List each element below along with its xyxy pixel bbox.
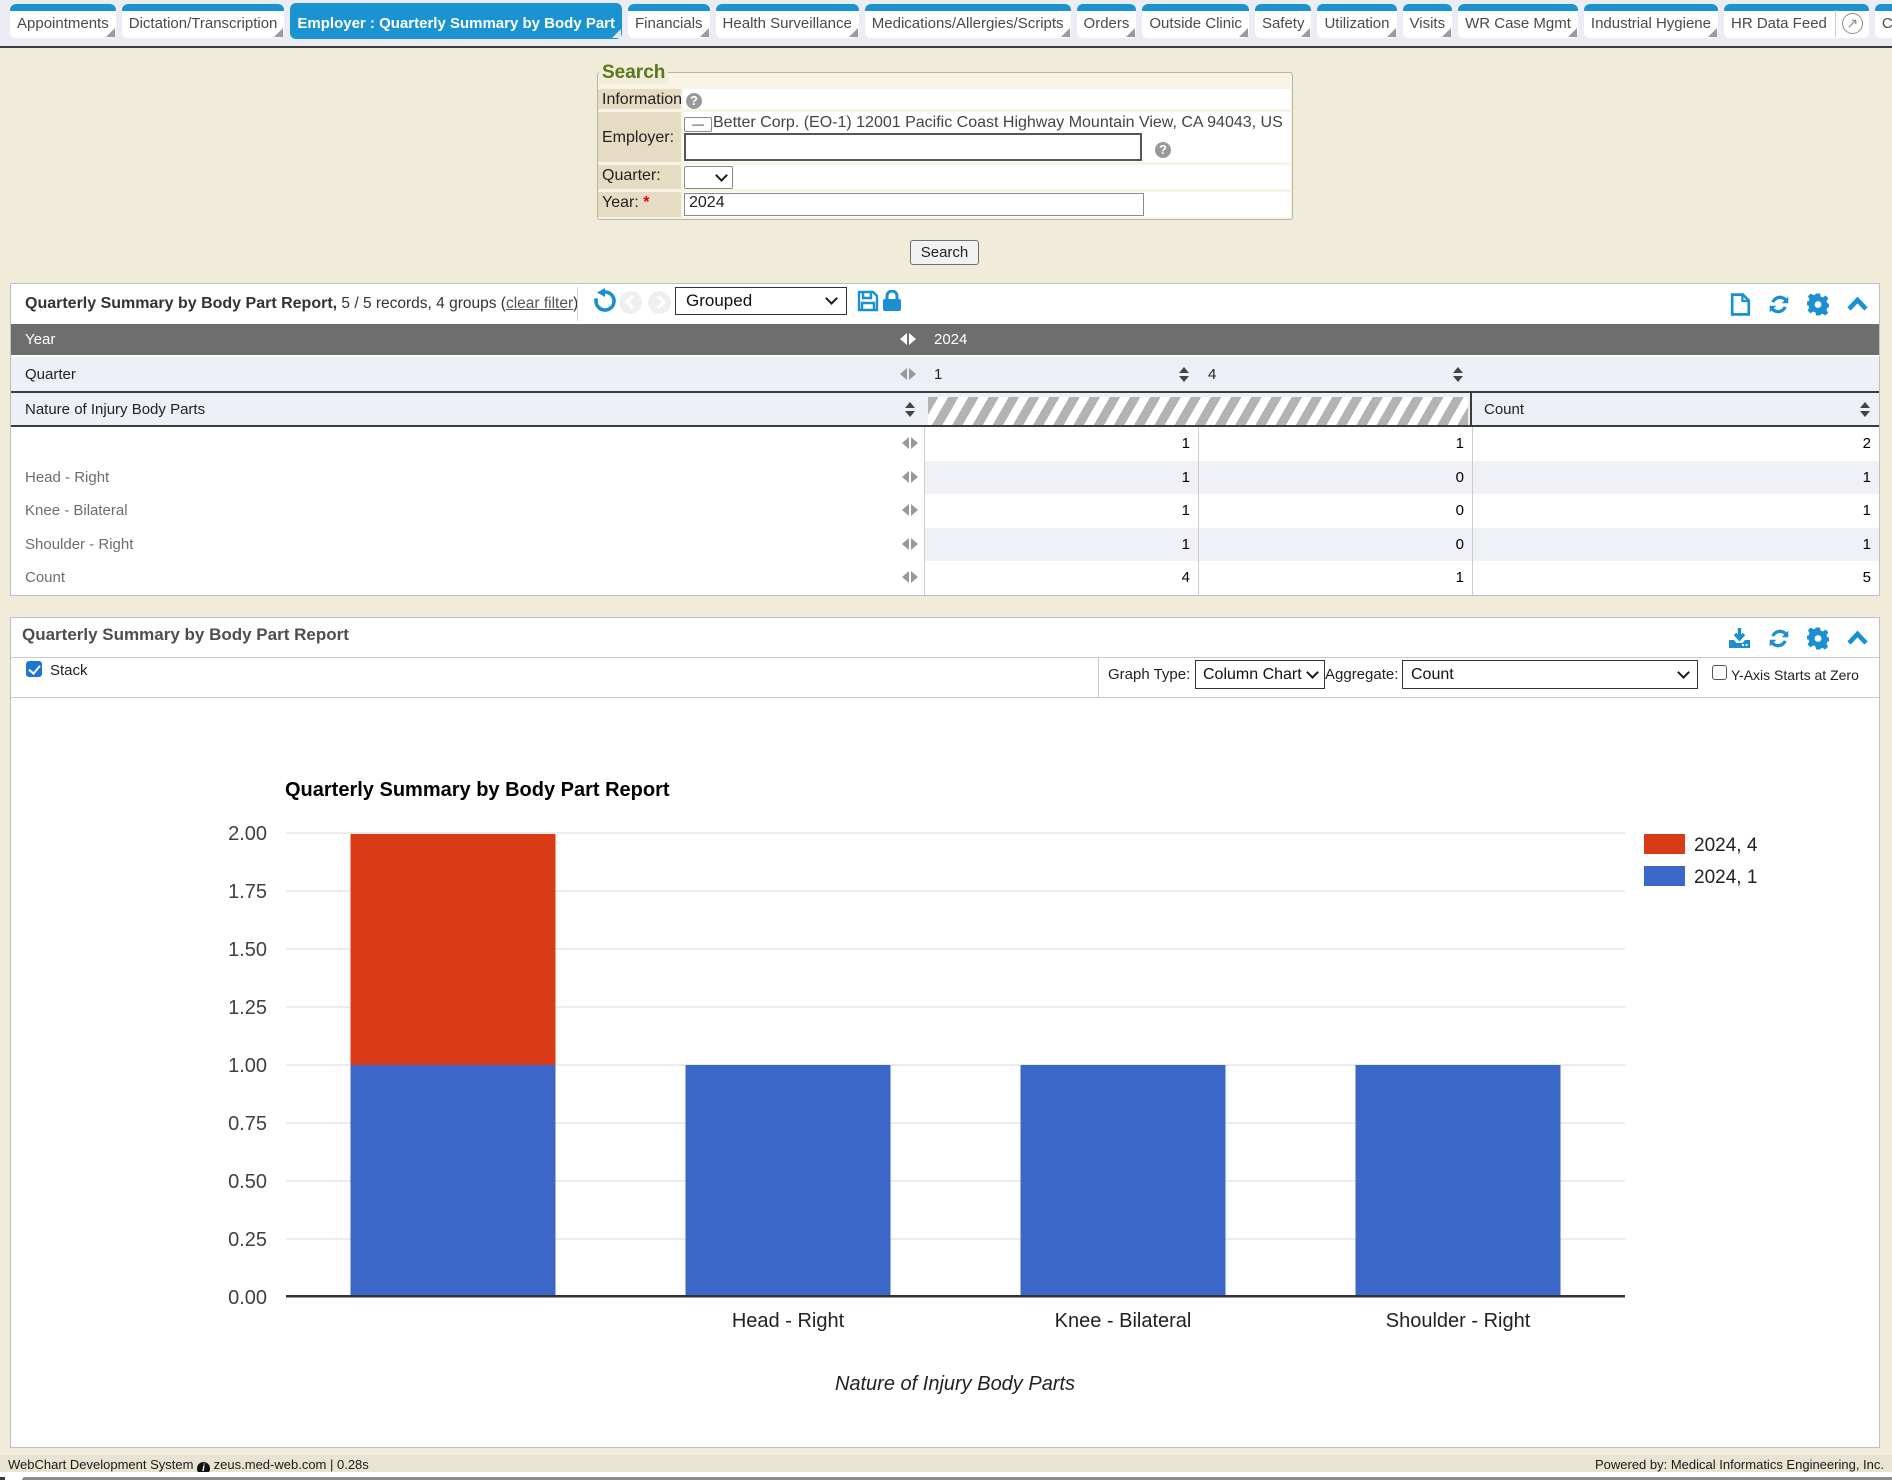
svg-text:Shoulder - Right: Shoulder - Right: [1386, 1310, 1531, 1332]
svg-text:2024, 1: 2024, 1: [1694, 867, 1757, 888]
svg-text:0.25: 0.25: [228, 1229, 267, 1251]
svg-text:2.00: 2.00: [228, 823, 267, 845]
svg-text:0.75: 0.75: [228, 1113, 267, 1135]
svg-text:Head - Right: Head - Right: [732, 1310, 845, 1332]
svg-text:0.00: 0.00: [228, 1287, 267, 1309]
svg-text:Nature of Injury Body Parts: Nature of Injury Body Parts: [835, 1373, 1075, 1395]
svg-text:Knee - Bilateral: Knee - Bilateral: [1055, 1310, 1192, 1332]
svg-text:2024, 4: 2024, 4: [1694, 835, 1758, 856]
svg-text:1.00: 1.00: [228, 1055, 267, 1077]
svg-text:1.25: 1.25: [228, 997, 267, 1019]
svg-text:0.50: 0.50: [228, 1171, 267, 1193]
svg-text:1.75: 1.75: [228, 881, 267, 903]
svg-text:Quarterly Summary by Body Part: Quarterly Summary by Body Part Report: [285, 779, 670, 801]
svg-text:1.50: 1.50: [228, 939, 267, 961]
